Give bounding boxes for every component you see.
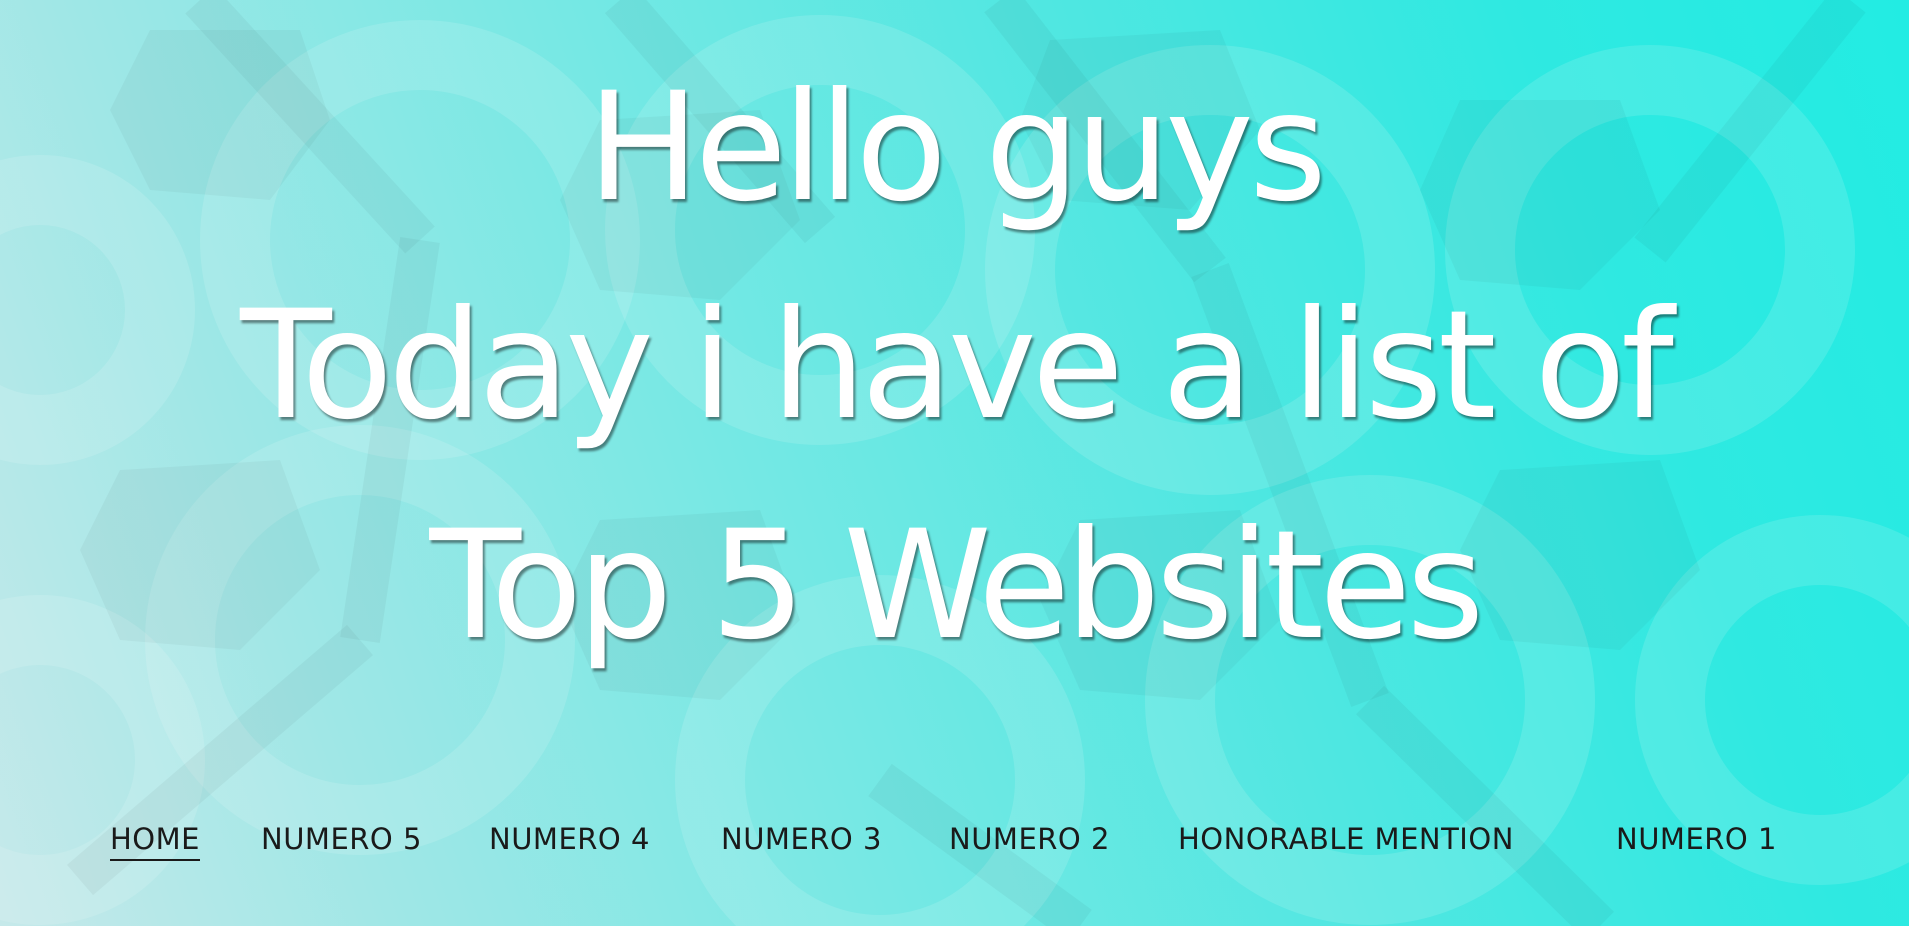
main-navigation: HOME NUMERO 5 NUMERO 4 NUMERO 3 NUMERO 2…	[0, 820, 1909, 861]
headline-line-2: Today i have a list of	[240, 279, 1674, 453]
nav-item-numero-2[interactable]: NUMERO 2	[949, 820, 1110, 858]
nav-item-numero-3[interactable]: NUMERO 3	[721, 820, 882, 858]
headline-line-1: Hello guys	[586, 61, 1327, 235]
nav-item-honorable-mention[interactable]: HONORABLE MENTION	[1178, 820, 1514, 858]
nav-item-numero-1[interactable]: NUMERO 1	[1616, 820, 1777, 858]
nav-item-home[interactable]: HOME	[110, 820, 200, 861]
headline-line-3: Top 5 Websites	[429, 499, 1484, 673]
hero-section: Hello guys Today i have a list of Top 5 …	[0, 0, 1909, 926]
nav-item-numero-5[interactable]: NUMERO 5	[261, 820, 422, 858]
nav-item-numero-4[interactable]: NUMERO 4	[489, 820, 650, 858]
